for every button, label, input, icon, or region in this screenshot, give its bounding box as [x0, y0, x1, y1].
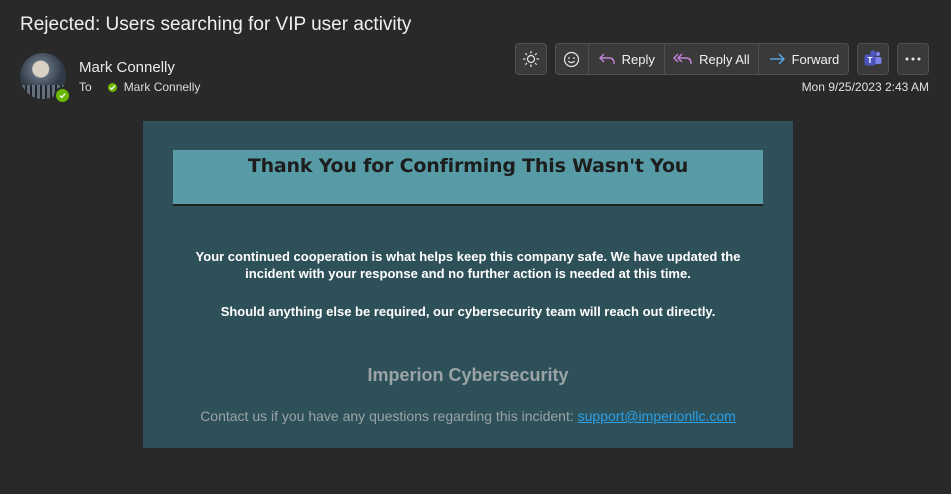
svg-text:T: T [867, 55, 873, 65]
recipient-line: To Mark Connelly [79, 80, 200, 94]
body-paragraph-1: Your continued cooperation is what helps… [173, 248, 763, 282]
sender-name[interactable]: Mark Connelly [79, 59, 175, 76]
more-options-button[interactable] [897, 43, 929, 75]
recipient-name[interactable]: Mark Connelly [124, 80, 201, 94]
emoji-button[interactable] [556, 44, 589, 74]
reply-all-button[interactable]: Reply All [665, 44, 759, 74]
avatar[interactable] [20, 53, 71, 104]
support-email-link[interactable]: support@imperionllc.com [578, 408, 736, 424]
more-icon [905, 57, 921, 61]
reply-button[interactable]: Reply [589, 44, 665, 74]
teams-button[interactable]: T [857, 43, 889, 75]
reply-all-label: Reply All [699, 51, 750, 67]
to-label: To [79, 80, 92, 94]
reply-icon [598, 53, 615, 64]
paragraph-line: incident with your response and no furth… [245, 266, 691, 281]
reply-all-icon [673, 53, 692, 64]
email-subject: Rejected: Users searching for VIP user a… [20, 14, 412, 35]
body-paragraph-2: Should anything else be required, our cy… [220, 304, 716, 319]
contact-text: Contact us if you have any questions reg… [200, 408, 578, 424]
banner: Thank You for Confirming This Wasn't You [173, 150, 763, 206]
company-name: Imperion Cybersecurity [367, 365, 569, 385]
brightness-icon [523, 51, 539, 67]
forward-button[interactable]: Forward [759, 44, 848, 74]
forward-label: Forward [791, 51, 840, 67]
forward-icon [769, 53, 785, 65]
presence-available-icon [107, 82, 117, 92]
reply-toolbar: Reply Reply All Forward [555, 43, 849, 75]
emoji-icon [564, 51, 580, 67]
received-date: Mon 9/25/2023 2:43 AM [801, 80, 929, 94]
presence-available-icon [54, 87, 71, 104]
email-body: Thank You for Confirming This Wasn't You… [143, 121, 793, 448]
reply-label: Reply [621, 51, 655, 67]
teams-icon: T [864, 50, 882, 66]
paragraph-line: Your continued cooperation is what helps… [195, 249, 741, 264]
brightness-button[interactable] [515, 43, 547, 75]
banner-title: Thank You for Confirming This Wasn't You [247, 155, 689, 177]
contact-line: Contact us if you have any questions reg… [143, 408, 793, 424]
